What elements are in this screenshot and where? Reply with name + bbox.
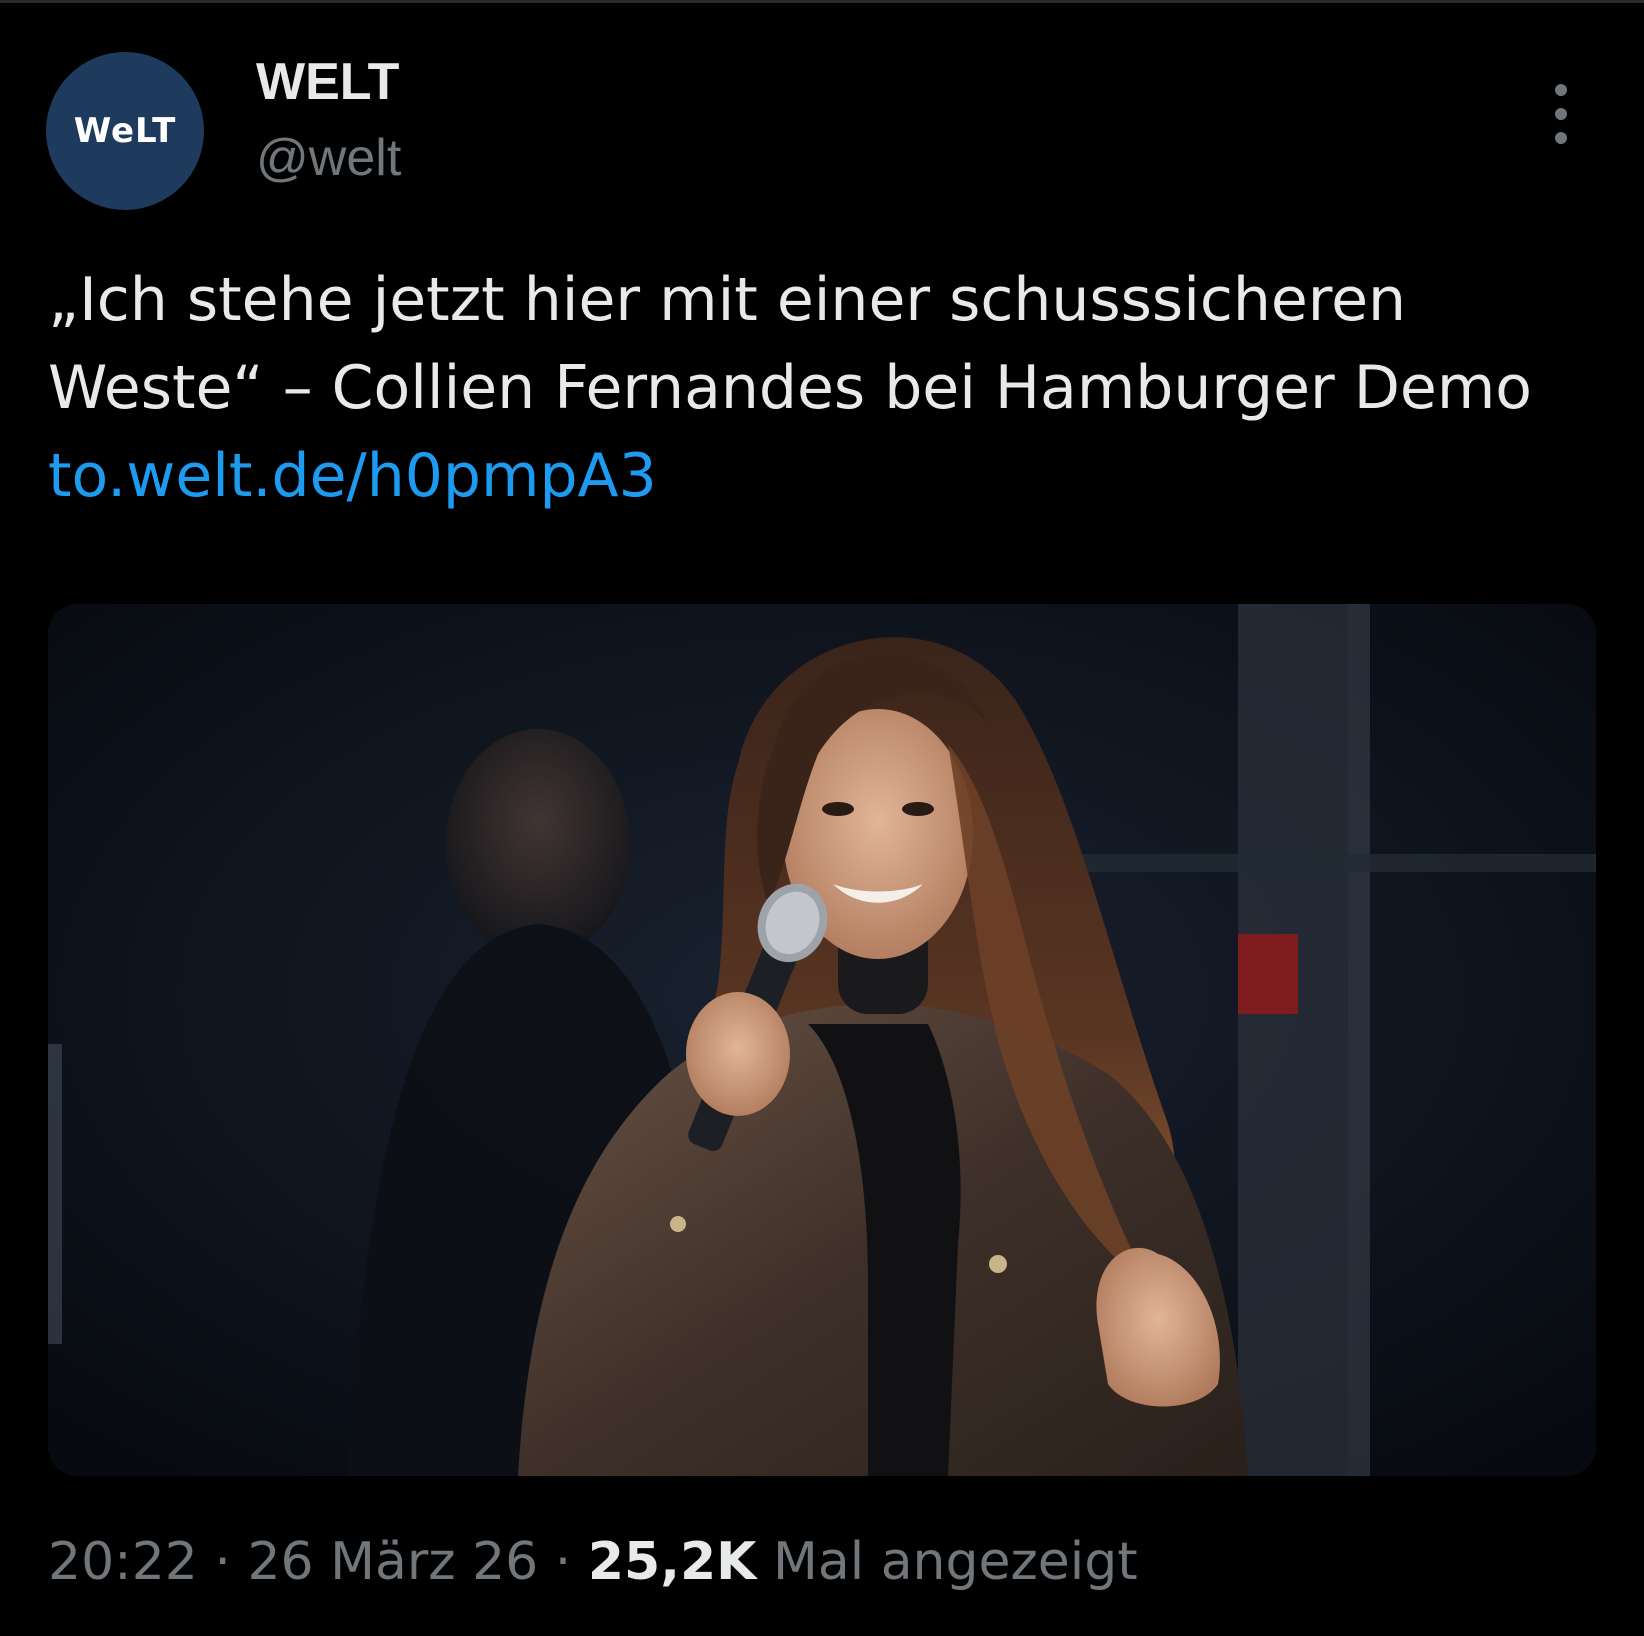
tweet-text: „Ich stehe jetzt hier mit einer schusssi…	[48, 256, 1608, 520]
avatar-logo-text: WeLT	[73, 111, 177, 151]
meta-separator: ·	[554, 1532, 588, 1592]
more-options-icon[interactable]	[1546, 84, 1576, 144]
tweet-date[interactable]: 26 März 26	[247, 1532, 538, 1592]
tweet-photo[interactable]	[48, 604, 1596, 1476]
tweet-link[interactable]: to.welt.de/h0pmpA3	[48, 441, 657, 511]
account-name[interactable]: WELT	[256, 52, 399, 112]
top-divider	[0, 0, 1644, 3]
tweet-container: WeLT WELT @welt „Ich stehe jetzt hier mi…	[0, 0, 1644, 1636]
views-count[interactable]: 25,2K	[588, 1532, 757, 1592]
more-dot	[1555, 132, 1567, 144]
more-dot	[1555, 84, 1567, 96]
more-dot	[1555, 108, 1567, 120]
views-label: Mal angezeigt	[772, 1532, 1138, 1592]
tweet-meta: 20:22 · 26 März 26 · 25,2K Mal angezeigt	[48, 1532, 1138, 1592]
meta-separator: ·	[214, 1532, 248, 1592]
avatar[interactable]: WeLT	[46, 52, 204, 210]
tweet-time[interactable]: 20:22	[48, 1532, 198, 1592]
account-handle[interactable]: @welt	[256, 128, 401, 188]
photo-illustration	[48, 604, 1596, 1476]
tweet-body: „Ich stehe jetzt hier mit einer schusssi…	[48, 265, 1533, 423]
